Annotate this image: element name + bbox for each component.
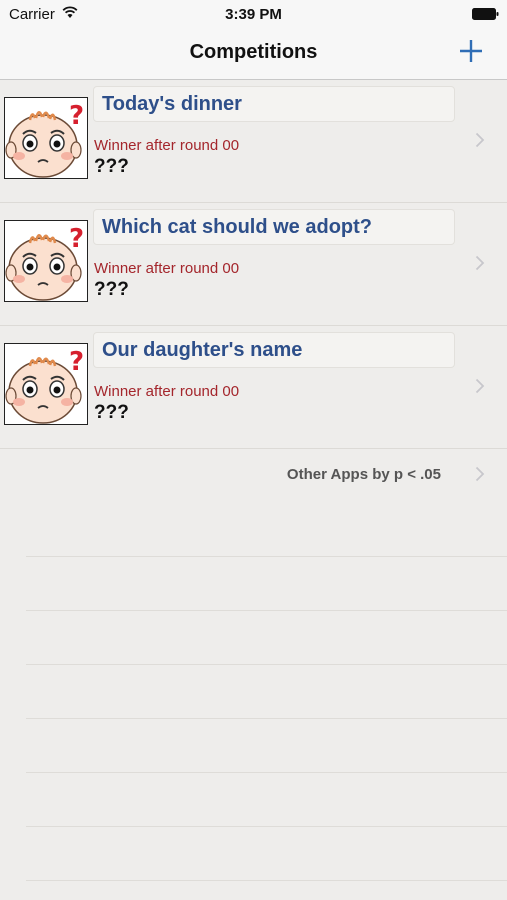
empty-row bbox=[26, 827, 507, 881]
winner-value: ??? bbox=[94, 279, 129, 300]
empty-row bbox=[26, 665, 507, 719]
battery-icon bbox=[472, 8, 499, 20]
competition-title: Today's dinner bbox=[102, 93, 242, 115]
chevron-right-icon bbox=[475, 466, 485, 482]
status-bar: Carrier 3:39 PM bbox=[0, 0, 507, 28]
competition-list: ? Today's dinner Winner after round 00 ?… bbox=[0, 80, 507, 881]
chevron-right-icon bbox=[475, 378, 485, 394]
winner-value: ??? bbox=[94, 402, 129, 423]
title-box: Our daughter's name bbox=[93, 332, 455, 368]
navigation-bar: Competitions bbox=[0, 28, 507, 80]
baby-face-avatar: ? bbox=[4, 220, 88, 302]
svg-text:?: ? bbox=[69, 347, 84, 377]
other-apps-label: Other Apps by p < .05 bbox=[286, 466, 441, 483]
title-box: Today's dinner bbox=[93, 86, 455, 122]
empty-row bbox=[26, 719, 507, 773]
clock: 3:39 PM bbox=[225, 6, 282, 23]
competition-title: Which cat should we adopt? bbox=[102, 216, 372, 238]
empty-row bbox=[26, 503, 507, 557]
svg-text:?: ? bbox=[69, 224, 84, 254]
competition-row[interactable]: ? Today's dinner Winner after round 00 ?… bbox=[0, 80, 507, 203]
svg-text:?: ? bbox=[69, 101, 84, 131]
other-apps-row[interactable]: Other Apps by p < .05 bbox=[0, 449, 507, 503]
title-box: Which cat should we adopt? bbox=[93, 209, 455, 245]
winner-value: ??? bbox=[94, 156, 129, 177]
competition-row[interactable]: ? Which cat should we adopt? Winner afte… bbox=[0, 203, 507, 326]
add-icon[interactable] bbox=[457, 37, 485, 65]
baby-face-avatar: ? bbox=[4, 97, 88, 179]
empty-row bbox=[26, 773, 507, 827]
round-status: Winner after round 00 bbox=[94, 383, 240, 400]
competition-row[interactable]: ? Our daughter's name Winner after round… bbox=[0, 326, 507, 449]
round-status: Winner after round 00 bbox=[94, 260, 240, 277]
empty-row bbox=[26, 611, 507, 665]
empty-row bbox=[26, 557, 507, 611]
baby-face-avatar: ? bbox=[4, 343, 88, 425]
competition-title: Our daughter's name bbox=[102, 339, 303, 361]
round-status: Winner after round 00 bbox=[94, 137, 240, 154]
page-title: Competitions bbox=[189, 41, 318, 63]
chevron-right-icon bbox=[475, 132, 485, 148]
chevron-right-icon bbox=[475, 255, 485, 271]
